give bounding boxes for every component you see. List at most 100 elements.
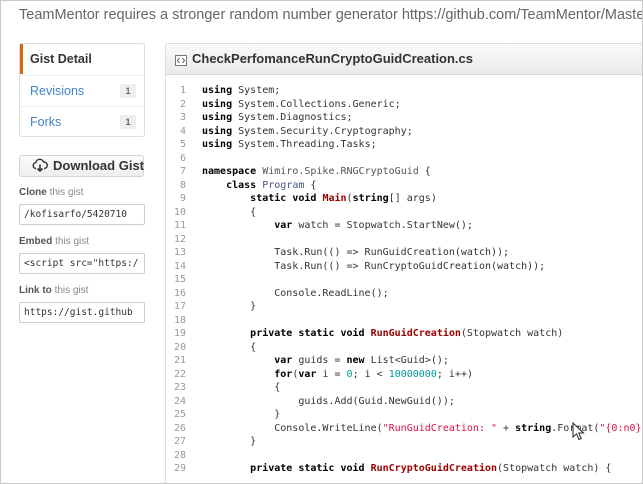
code-view[interactable]: 1 using System; 2 using System.Collections.… — [166, 84, 642, 476]
code-line: 12 — [166, 233, 642, 247]
line-number[interactable]: 18 — [166, 314, 186, 328]
code-token: } — [202, 301, 257, 312]
nav-revisions[interactable]: Revisions 1 — [20, 75, 144, 105]
line-number[interactable]: 7 — [166, 165, 186, 179]
code-token: string — [515, 422, 552, 434]
code-file-icon — [175, 53, 187, 71]
gist-nav: Gist Detail Revisions 1 Forks 1 — [19, 43, 145, 137]
code-line: 8 class Program { — [166, 179, 642, 193]
code-token: } — [202, 409, 281, 420]
code-line: 25 } — [166, 408, 642, 422]
embed-label-text: Embed — [19, 236, 53, 247]
line-number[interactable]: 9 — [166, 192, 186, 206]
file-header: CheckPerfomanceRunCryptoGuidCreation.cs — [166, 44, 642, 75]
code-token: System.Diagnostics; — [238, 112, 353, 123]
link-label: Link to this gist — [19, 285, 88, 296]
line-number[interactable]: 19 — [166, 327, 186, 341]
code-token: var — [298, 368, 317, 380]
clone-url-input[interactable] — [19, 204, 145, 225]
code-token: var — [274, 355, 293, 366]
code-token: using — [202, 139, 233, 150]
line-number[interactable]: 25 — [166, 408, 186, 422]
code-token: "RunGuidCreation: " — [382, 422, 498, 434]
revisions-count-badge: 1 — [120, 84, 136, 98]
code-text: private static void RunGuidCreation(Stop… — [202, 327, 563, 341]
nav-forks-label: Forks — [30, 115, 62, 129]
line-number[interactable]: 1 — [166, 84, 186, 98]
line-number[interactable]: 24 — [166, 395, 186, 409]
code-text: { — [202, 206, 256, 220]
line-number[interactable]: 8 — [166, 179, 186, 193]
code-text: using System.Security.Cryptography; — [202, 125, 413, 139]
gist-link-input[interactable] — [19, 302, 145, 323]
code-token: using — [202, 85, 233, 96]
line-number[interactable]: 16 — [166, 287, 186, 301]
code-text: using System.Collections.Generic; — [202, 98, 401, 112]
code-token: { — [202, 341, 257, 353]
code-text: namespace Wimiro.Spike.RNGCryptoGuid { — [202, 165, 431, 179]
line-number[interactable]: 26 — [166, 422, 186, 436]
code-text: class Program { — [202, 179, 316, 193]
code-line: 18 — [166, 314, 642, 328]
line-number[interactable]: 13 — [166, 246, 186, 260]
code-token: System.Collections.Generic; — [238, 98, 401, 110]
code-line: 14 Task.Run(() => RunCryptoGuidCreation(… — [166, 260, 642, 274]
download-gist-label: Download Gist — [53, 158, 144, 173]
line-number[interactable]: 2 — [166, 98, 186, 112]
line-number[interactable]: 4 — [166, 125, 186, 139]
line-number[interactable]: 28 — [166, 449, 186, 463]
line-number[interactable]: 20 — [166, 341, 186, 355]
code-token: using — [202, 98, 233, 110]
nav-gist-detail[interactable]: Gist Detail — [20, 44, 144, 74]
line-number[interactable]: 22 — [166, 368, 186, 382]
code-text: guids.Add(Guid.NewGuid()); — [202, 395, 455, 409]
line-number[interactable]: 11 — [166, 219, 186, 233]
code-line: 13 Task.Run(() => RunGuidCreation(watch)… — [166, 246, 642, 260]
line-number[interactable]: 29 — [166, 462, 186, 476]
code-text: } — [202, 408, 280, 422]
code-line: 19 private static void RunGuidCreation(S… — [166, 327, 642, 341]
line-number[interactable]: 15 — [166, 273, 186, 287]
download-gist-button[interactable]: Download Gist — [19, 155, 144, 177]
line-number[interactable]: 23 — [166, 381, 186, 395]
nav-forks[interactable]: Forks 1 — [20, 106, 144, 136]
line-number[interactable]: 6 — [166, 152, 186, 166]
line-number[interactable]: 10 — [166, 206, 186, 220]
code-token: namespace — [202, 166, 257, 177]
code-token: { — [202, 206, 257, 218]
code-token: System.Security.Cryptography; — [238, 125, 413, 137]
code-token: } — [202, 436, 257, 447]
line-number[interactable]: 3 — [166, 111, 186, 125]
code-text: { — [202, 381, 280, 395]
code-line: 29 private static void RunCryptoGuidCrea… — [166, 462, 642, 476]
code-line: 21 var guids = new List<Guid>(); — [166, 354, 642, 368]
embed-code-input[interactable] — [19, 253, 145, 274]
code-text: } — [202, 300, 256, 314]
code-token: System; — [238, 85, 281, 96]
code-token: watch = Stopwatch.StartNew(); — [298, 220, 473, 231]
code-token: string — [352, 193, 389, 204]
forks-count-badge: 1 — [120, 115, 136, 129]
line-number[interactable]: 12 — [166, 233, 186, 247]
code-token: i = — [322, 368, 347, 380]
cloud-download-icon — [32, 158, 48, 179]
code-token: new — [346, 355, 365, 366]
line-number[interactable]: 14 — [166, 260, 186, 274]
line-number[interactable]: 21 — [166, 354, 186, 368]
gist-description: TeamMentor requires a stronger random nu… — [19, 7, 643, 23]
code-token: RunCryptoGuidCreation — [370, 463, 498, 474]
code-text: using System.Diagnostics; — [202, 111, 353, 125]
code-token: using — [202, 125, 233, 137]
line-number[interactable]: 17 — [166, 300, 186, 314]
line-number[interactable]: 5 — [166, 138, 186, 152]
embed-label-sub: this gist — [55, 236, 90, 247]
code-token: private static void — [250, 463, 365, 474]
code-token: RunGuidCreation — [370, 328, 461, 339]
file-name: CheckPerfomanceRunCryptoGuidCreation.cs — [192, 51, 474, 66]
line-number[interactable]: 27 — [166, 435, 186, 449]
code-token: using — [202, 112, 233, 123]
code-text: Task.Run(() => RunCryptoGuidCreation(wat… — [202, 260, 545, 274]
